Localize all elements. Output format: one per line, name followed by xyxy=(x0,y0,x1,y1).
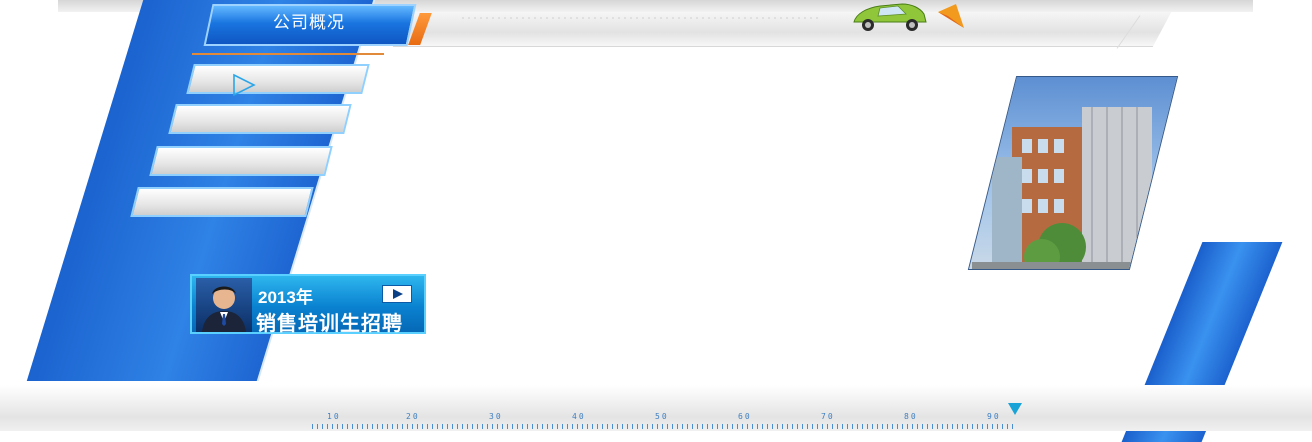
ruler-label: 70 xyxy=(821,412,835,421)
sidebar-item[interactable] xyxy=(186,64,370,94)
divider xyxy=(192,53,384,55)
person-portrait-icon xyxy=(196,278,252,332)
paper-plane-icon xyxy=(938,4,964,28)
ruler-ticks xyxy=(312,424,1014,429)
building-image xyxy=(967,76,1179,270)
ruler-marker-icon[interactable] xyxy=(1008,403,1022,415)
ruler-label: 30 xyxy=(489,412,503,421)
arrow-right-icon xyxy=(233,73,256,97)
recruitment-year: 2013年 xyxy=(258,288,313,307)
play-icon[interactable] xyxy=(382,285,412,303)
ruler-label: 60 xyxy=(738,412,752,421)
sidebar-item[interactable] xyxy=(149,146,333,176)
car-icon xyxy=(853,3,927,31)
ruler-label: 40 xyxy=(572,412,586,421)
ruler-label: 90 xyxy=(987,412,1001,421)
header-dots xyxy=(460,17,820,19)
sidebar-item[interactable] xyxy=(168,104,352,134)
ruler-label: 20 xyxy=(406,412,420,421)
ruler: 10 20 30 40 50 60 70 80 90 xyxy=(312,412,1012,422)
page-title: 公司概况 xyxy=(273,13,345,33)
ruler-label: 10 xyxy=(327,412,341,421)
ruler-label: 50 xyxy=(655,412,669,421)
sidebar-item[interactable] xyxy=(130,187,314,217)
ruler-label: 80 xyxy=(904,412,918,421)
recruitment-title: 销售培训生招聘 xyxy=(256,311,403,335)
